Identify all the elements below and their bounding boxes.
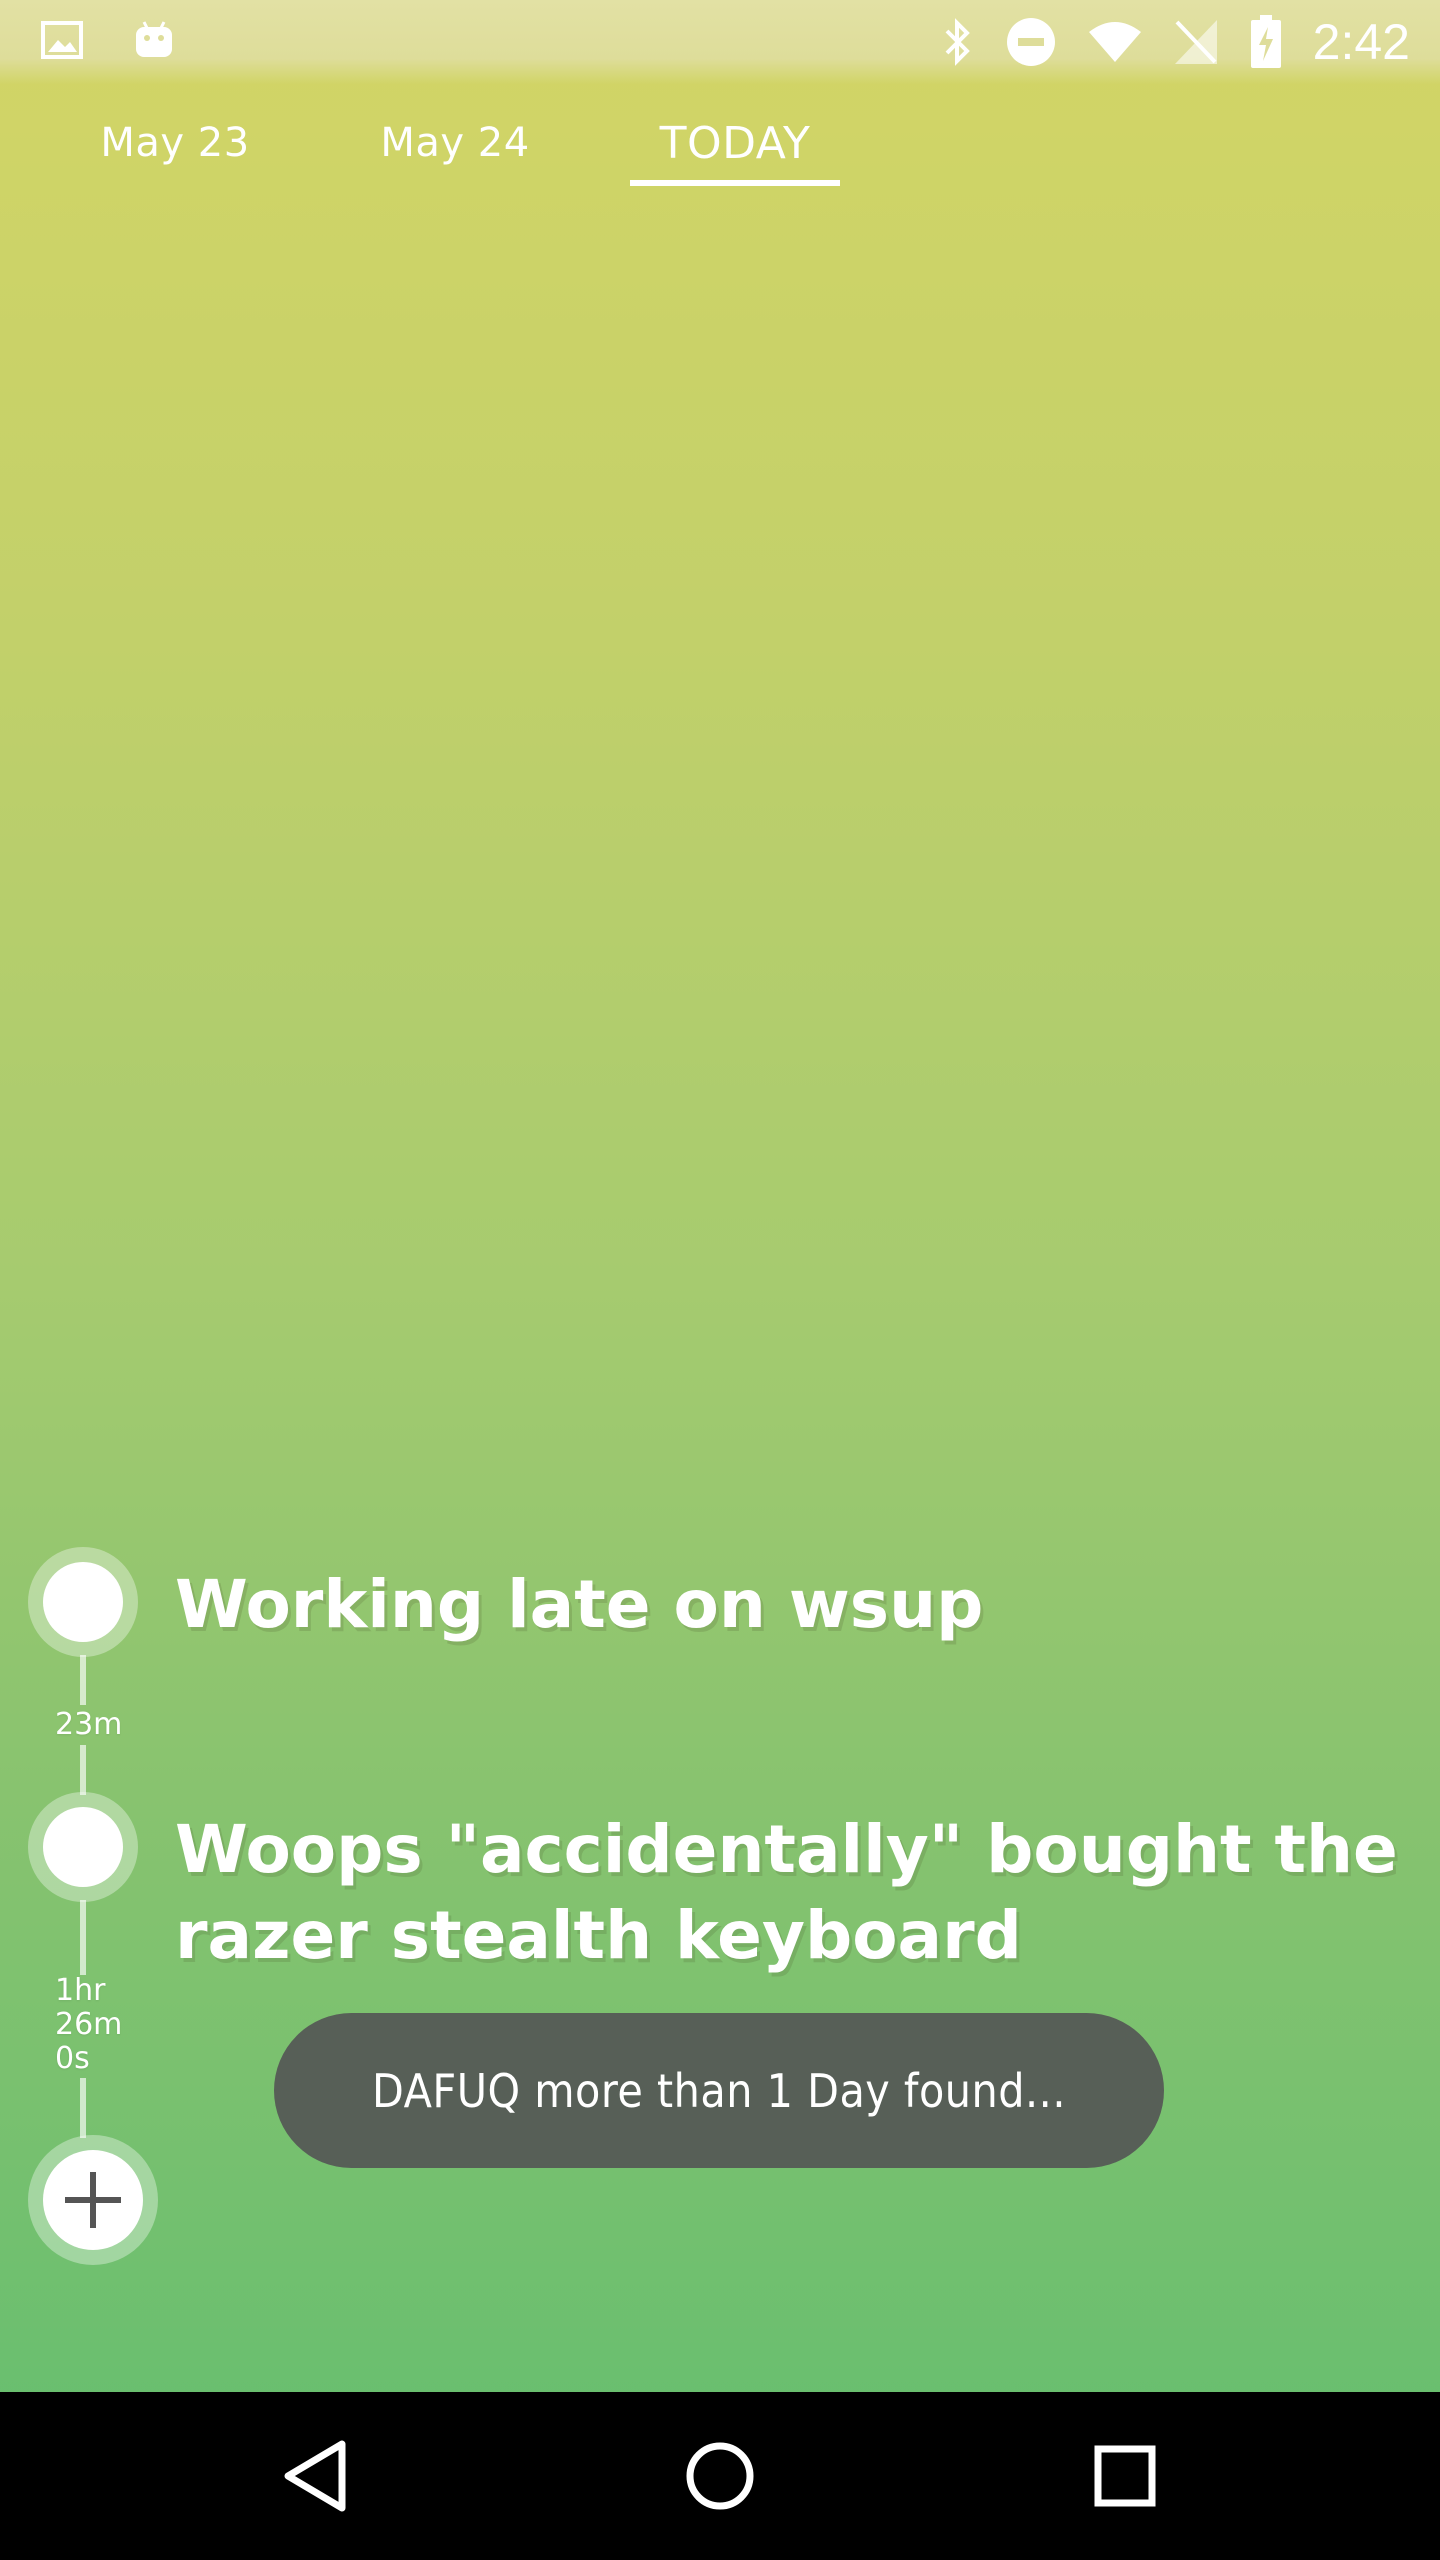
recents-icon xyxy=(1093,2444,1157,2508)
battery-charging-icon xyxy=(1249,15,1283,69)
add-button-circle xyxy=(43,2150,143,2250)
timeline-connector xyxy=(80,1655,86,1705)
plus-icon xyxy=(61,2168,125,2232)
timeline-node-dot xyxy=(43,1807,123,1887)
duration-line: 26m xyxy=(55,2007,123,2042)
entry-text-line: razer stealth keyboard xyxy=(175,1897,1022,1974)
back-icon xyxy=(280,2438,350,2514)
status-time: 2:42 xyxy=(1312,14,1410,70)
add-entry-button[interactable] xyxy=(28,2135,158,2265)
duration-line: 1hr xyxy=(55,1973,106,2008)
screen: 2:42 May 23 May 24 TODAY Working late on… xyxy=(0,0,1440,2560)
tab-may-23[interactable]: May 23 xyxy=(60,100,290,186)
timeline-node-dot xyxy=(43,1562,123,1642)
timeline-connector xyxy=(80,1900,86,1975)
home-icon xyxy=(684,2440,756,2512)
recents-button[interactable] xyxy=(1075,2426,1175,2526)
entry-text-line: Working late on wsup xyxy=(175,1566,984,1643)
toast-message: DAFUQ more than 1 Day found... xyxy=(274,2013,1164,2168)
image-icon xyxy=(40,18,84,62)
bluetooth-icon xyxy=(941,17,975,67)
status-bar: 2:42 xyxy=(0,0,1440,84)
tab-may-24[interactable]: May 24 xyxy=(340,100,570,186)
timeline-node[interactable] xyxy=(28,1547,138,1657)
wifi-icon xyxy=(1087,20,1143,64)
android-icon xyxy=(132,18,176,62)
navigation-bar xyxy=(0,2392,1440,2560)
date-tabs: May 23 May 24 TODAY xyxy=(0,100,1440,190)
timeline-entry-text[interactable]: Working late on wsup xyxy=(175,1562,1415,1648)
duration-label: 1hr 26m 0s xyxy=(55,1974,122,2076)
entry-text-line: Woops "accidentally" bought the xyxy=(175,1811,1398,1888)
home-button[interactable] xyxy=(670,2426,770,2526)
tab-today[interactable]: TODAY xyxy=(630,100,840,186)
no-sim-icon xyxy=(1173,18,1219,66)
duration-line: 0s xyxy=(55,2041,90,2076)
timeline-entry-text[interactable]: Woops "accidentally" bought the razer st… xyxy=(175,1807,1415,1979)
duration-line: 23m xyxy=(55,1707,123,1742)
timeline-connector xyxy=(80,1745,86,1795)
timeline-connector xyxy=(80,2078,86,2138)
timeline-node[interactable] xyxy=(28,1792,138,1902)
do-not-disturb-icon xyxy=(1005,16,1057,68)
duration-label: 23m xyxy=(55,1708,122,1742)
back-button[interactable] xyxy=(265,2426,365,2526)
tab-active-indicator xyxy=(630,180,840,186)
